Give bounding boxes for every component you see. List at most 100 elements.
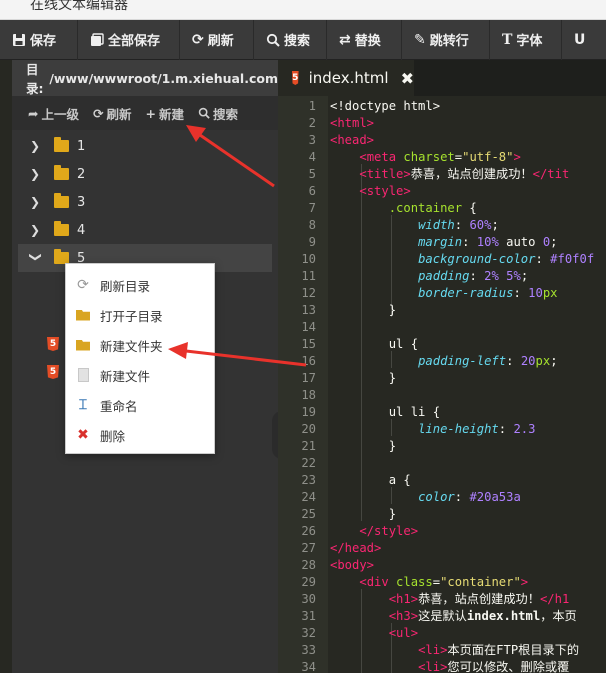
line-text: a { <box>330 473 411 487</box>
path-value: /www/wwwroot/1.m.xiehual.com <box>49 70 278 86</box>
line-number: 22 <box>301 456 316 470</box>
refresh-button[interactable]: ⟳ 刷新 <box>180 19 254 60</box>
line-number: 4 <box>308 150 316 164</box>
code-line: 23 a { <box>278 472 606 489</box>
code-line: 32 <ul> <box>278 625 606 642</box>
line-number: 7 <box>308 201 316 215</box>
line-number: 28 <box>301 558 316 572</box>
title-bar: 在线文本编辑器 <box>0 0 606 20</box>
html-file-icon: 5 <box>292 71 299 85</box>
line-number: 16 <box>301 354 316 368</box>
line-number: 12 <box>301 286 316 300</box>
line-text: border-radius: 10px <box>418 286 558 300</box>
plus-icon: + <box>145 105 156 121</box>
close-icon[interactable]: ✖ <box>401 69 414 88</box>
refresh-label: 刷新 <box>207 34 234 49</box>
line-number: 17 <box>301 371 316 385</box>
line-number: 3 <box>308 133 316 147</box>
code-editor: 5 index.html ✖ 1 <!doctype html> 2 <html> 3 <… <box>278 60 606 673</box>
replace-button[interactable]: ⇄ 替换 <box>327 19 402 60</box>
menu-item-open-subdir[interactable]: 打开子目录 <box>66 300 214 330</box>
line-text: <head> <box>330 133 375 147</box>
font-label: 字体 <box>516 34 543 49</box>
editor-window: 在线文本编辑器 保存 全部保存 ⟳ 刷新 搜索 ⇄ 替换 ✎ 跳转行 T 字体 <box>0 0 606 673</box>
menu-item-new-folder[interactable]: 新建文件夹 <box>66 330 214 360</box>
line-number: 8 <box>308 218 316 232</box>
line-number: 30 <box>301 592 316 606</box>
rename-icon: ⌶ <box>78 397 88 413</box>
tree-folder[interactable]: ❯ 1 <box>18 132 272 160</box>
new-label: 新建 <box>158 106 184 122</box>
code-line: 34 <li>您可以修改、删除或覆 <box>278 659 606 673</box>
chevron-right-icon: ❯ <box>30 223 41 237</box>
code-line: 15 ul { <box>278 336 606 353</box>
line-text: margin: 10% auto 0; <box>418 235 558 249</box>
code-area[interactable]: 1 <!doctype html> 2 <html> 3 <head> 4 <meta ch… <box>278 96 606 673</box>
line-number: 14 <box>301 320 316 334</box>
code-line: 13 } <box>278 302 606 319</box>
folder-name: 4 <box>77 222 86 238</box>
line-text: background-color: #f0f0f <box>418 252 595 266</box>
up-icon: ➦ <box>28 105 39 121</box>
save-button[interactable]: 保存 <box>0 19 78 60</box>
save-all-button[interactable]: 全部保存 <box>78 19 180 60</box>
new-button[interactable]: + 新建 <box>146 104 185 123</box>
jump-line-button[interactable]: ✎ 跳转行 <box>402 19 490 60</box>
code-line: 33 <li>本页面在FTP根目录下的 <box>278 642 606 659</box>
code-line: 12 border-radius: 10px <box>278 285 606 302</box>
sidebar-refresh-button[interactable]: ⟳ 刷新 <box>93 104 132 123</box>
code-line: 30 <h1>恭喜，站点创建成功！</h1 <box>278 591 606 608</box>
line-number: 25 <box>301 507 316 521</box>
search-button[interactable]: 搜索 <box>254 19 327 60</box>
line-number: 32 <box>301 626 316 640</box>
line-text: .container { <box>388 201 477 215</box>
code-line: 19 ul li { <box>278 404 606 421</box>
menu-item-delete[interactable]: ✖ 删除 <box>66 420 214 450</box>
tree-folder[interactable]: ❯ 4 <box>18 216 272 244</box>
menu-item-rename[interactable]: ⌶ 重命名 <box>66 390 214 420</box>
line-number: 1 <box>308 99 316 113</box>
refresh-icon: ⟳ <box>93 105 104 121</box>
line-number: 13 <box>301 303 316 317</box>
line-text: ul { <box>330 337 419 351</box>
line-text: <style> <box>359 184 411 198</box>
line-number: 18 <box>301 388 316 402</box>
code-line: 18 <box>278 387 606 404</box>
menu-label: 删除 <box>100 428 126 444</box>
code-line: 22 <box>278 455 606 472</box>
code-line: 7 .container { <box>278 200 606 217</box>
line-text: } <box>330 371 397 385</box>
code-line: 16 padding-left: 20px; <box>278 353 606 370</box>
code-line: 14 <box>278 319 606 336</box>
tree-folder[interactable]: ❯ 3 <box>18 188 272 216</box>
folder-name: 1 <box>77 138 86 154</box>
sidebar-refresh-label: 刷新 <box>106 106 132 122</box>
font-button[interactable]: T 字体 <box>490 19 562 60</box>
sidebar-search-button[interactable]: 搜索 <box>198 104 238 123</box>
folder-icon <box>54 193 69 208</box>
replace-icon: ⇄ <box>339 31 351 48</box>
code-line: 17 } <box>278 370 606 387</box>
folder-icon <box>54 137 69 152</box>
line-text: ul li { <box>330 405 441 419</box>
window-title: 在线文本编辑器 <box>30 0 128 13</box>
code-line: 28 <body> <box>278 557 606 574</box>
line-number: 6 <box>308 184 316 198</box>
tab-index-html[interactable]: 5 index.html ✖ <box>278 60 414 96</box>
save-all-label: 全部保存 <box>108 34 161 49</box>
more-button[interactable]: U <box>562 20 606 60</box>
line-text: <html> <box>330 116 375 130</box>
line-text: line-height: 2.3 <box>418 422 536 436</box>
code-line: 11 padding: 2% 5%; <box>278 268 606 285</box>
code-line: 1 <!doctype html> <box>278 98 606 115</box>
up-level-label: 上一级 <box>41 106 79 122</box>
refresh-icon: ⟳ <box>77 277 89 293</box>
replace-label: 替换 <box>354 34 381 49</box>
menu-item-refresh-dir[interactable]: ⟳ 刷新目录 <box>66 270 214 300</box>
up-level-button[interactable]: ➦ 上一级 <box>28 104 79 123</box>
folder-name: 2 <box>77 166 86 182</box>
menu-item-new-file[interactable]: 新建文件 <box>66 360 214 390</box>
folder-name: 3 <box>77 194 86 210</box>
tree-folder[interactable]: ❯ 2 <box>18 160 272 188</box>
menu-label: 新建文件 <box>100 368 151 384</box>
